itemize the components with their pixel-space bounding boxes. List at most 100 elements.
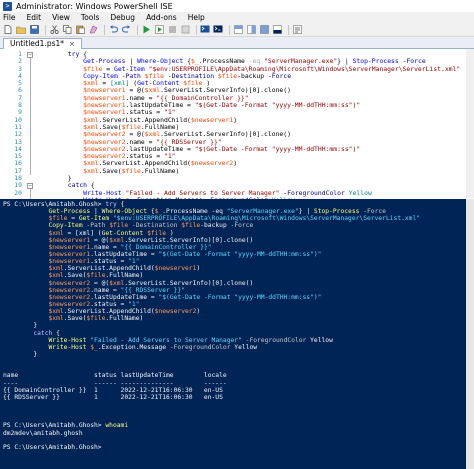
code-token: -backup xyxy=(237,71,268,80)
show-script-pane-right-icon[interactable] xyxy=(246,25,256,35)
code-token: $newserver2 xyxy=(190,159,234,168)
console-token: -Force xyxy=(363,208,386,216)
console-token: .status = xyxy=(90,300,129,308)
menu-file[interactable]: File xyxy=(3,13,16,22)
console-token: { xyxy=(147,208,155,216)
console-scrollbar[interactable] xyxy=(466,199,474,469)
open-folder-icon[interactable] xyxy=(16,25,26,35)
show-console-pane-icon[interactable] xyxy=(272,25,282,35)
stop-icon[interactable] xyxy=(167,25,177,35)
menu-tools[interactable]: Tools xyxy=(81,13,99,22)
save-icon[interactable] xyxy=(29,25,39,35)
console-line: } xyxy=(3,322,465,329)
window-title: Administrator: Windows PowerShell ISE xyxy=(16,1,173,11)
menu-edit[interactable]: Edit xyxy=(27,13,42,22)
console-token: .lastUpdateTime = xyxy=(90,250,159,258)
menu-view[interactable]: View xyxy=(52,13,70,22)
tab-untitled1[interactable]: Untitled1.ps1* × xyxy=(3,38,82,49)
console-token: .status = xyxy=(90,258,129,266)
console-token: "$(Get-Date -Format "yyyy-MM-ddTHH:mm:ss… xyxy=(158,293,322,301)
console-line: $newserver1.lastUpdateTime = "$(Get-Date… xyxy=(3,251,465,258)
console-line: $xml.ServerList.AppendChild($newserver1) xyxy=(3,265,465,272)
outline-line xyxy=(29,58,31,175)
menu-debug[interactable]: Debug xyxy=(110,13,135,22)
console-line: $file = Get-Item "$env:USERPROFILE\AppDa… xyxy=(3,215,465,222)
console-token: "ServerManager.exe" xyxy=(226,208,299,216)
console-token: { xyxy=(116,201,125,208)
console-token xyxy=(3,251,49,258)
console-token: $xml xyxy=(48,265,64,273)
console-token: ) xyxy=(196,265,201,273)
toolbar-separator xyxy=(137,24,138,35)
console-token: ---- ------ -------------- ------ xyxy=(3,379,227,387)
line-number-gutter: 1 2 3 4 5 6 7 8 9 10 11 12 13 14 15 16 17 18 19 20 xyxy=(0,50,24,197)
console-token xyxy=(3,272,49,279)
console-token xyxy=(3,344,49,351)
code-token: .Save( xyxy=(98,166,122,175)
debug-icon[interactable] xyxy=(180,25,190,35)
console-token: .FullName) xyxy=(105,272,144,280)
console-token: } xyxy=(3,322,38,330)
console-token: "{{ RDSServer }}" xyxy=(120,286,185,294)
code-token: ) xyxy=(233,115,238,124)
redo-icon[interactable] xyxy=(121,25,131,35)
console-token: PS C:\Users\Amitabh.Ghosh> xyxy=(3,443,102,451)
console-token: Yellow xyxy=(306,336,333,344)
code-token: -Force xyxy=(267,71,292,80)
console-token: Write-Host xyxy=(48,336,87,344)
toolbar xyxy=(0,23,474,37)
console-token: "Failed - Add Servers to Server Manager" xyxy=(90,336,242,344)
command-addon-icon[interactable] xyxy=(292,25,302,35)
console-token: Get-Process xyxy=(48,208,91,216)
console-line: $newserver2 = @($xml.ServerList.ServerIn… xyxy=(3,280,465,287)
toolbar-separator xyxy=(45,24,46,35)
console-line: PS C:\Users\Amitabh.Ghosh> xyxy=(3,444,465,451)
console-token: = xyxy=(67,215,79,223)
remote-powershell-icon[interactable] xyxy=(200,25,210,35)
editor-scrollbar[interactable] xyxy=(466,49,474,198)
toolbar-separator xyxy=(288,24,289,35)
console-token: .Save( xyxy=(63,315,87,323)
console-token: $newserver2 xyxy=(154,308,197,316)
console-token: .name = xyxy=(90,243,121,251)
console-line: $xml.Save($file.FullName) xyxy=(3,315,465,322)
console-token: PS C:\Users\Amitabh.Ghosh> xyxy=(3,201,106,208)
collapse-try-icon[interactable]: − xyxy=(27,51,33,58)
close-icon[interactable]: × xyxy=(69,39,75,49)
paste-icon[interactable] xyxy=(75,25,85,35)
show-script-pane-maximized-icon[interactable] xyxy=(259,25,269,35)
undo-icon[interactable] xyxy=(108,25,118,35)
console-pane[interactable]: PS C:\Users\Amitabh.Ghosh> try { Get-Pro… xyxy=(0,199,474,469)
code-area[interactable]: try { Get-Process | Where-Object {$_.Pro… xyxy=(37,50,467,212)
console-output: PS C:\Users\Amitabh.Ghosh> try { Get-Pro… xyxy=(3,201,465,451)
code-token: "$(Get-Date -Format "yyyy-MM-ddTHH:mm:ss… xyxy=(194,144,361,153)
run-selection-icon[interactable] xyxy=(154,25,164,35)
console-line: PS C:\Users\Amitabh.Ghosh> whoami xyxy=(3,422,465,429)
console-line: catch { xyxy=(3,330,465,337)
console-line: dm2mdev\amitabh.ghosh xyxy=(3,430,465,437)
console-token: $file xyxy=(86,272,106,280)
console-token: .name = xyxy=(90,286,121,294)
start-powershell-icon[interactable] xyxy=(213,25,223,35)
console-token: ) xyxy=(196,308,201,316)
clear-icon[interactable] xyxy=(88,25,98,35)
console-line: Write-Host $_.Exception.Message -Foregro… xyxy=(3,344,465,351)
show-script-pane-top-icon[interactable] xyxy=(233,25,243,35)
new-file-icon[interactable] xyxy=(3,25,13,35)
copy-icon[interactable] xyxy=(62,25,72,35)
menu-help[interactable]: Help xyxy=(188,13,205,22)
console-token: .ProcessName -eq xyxy=(162,208,227,216)
console-token: -Destination xyxy=(131,222,178,230)
menu-add-ons[interactable]: Add-ons xyxy=(146,13,177,22)
console-token: {{ RDSServer }} 1 2022-12-21T16:06:30 en… xyxy=(3,393,223,401)
console-token: $newserver1 xyxy=(154,265,197,273)
script-editor[interactable]: 1 2 3 4 5 6 7 8 9 10 11 12 13 14 15 16 17 18 19 20 − − try … xyxy=(0,49,474,211)
console-token: catch xyxy=(33,329,53,337)
run-icon[interactable] xyxy=(141,25,151,35)
console-token: dm2mdev\amitabh.ghosh xyxy=(3,429,83,437)
cut-icon[interactable] xyxy=(49,25,59,35)
console-token: Write-Host xyxy=(48,343,87,351)
